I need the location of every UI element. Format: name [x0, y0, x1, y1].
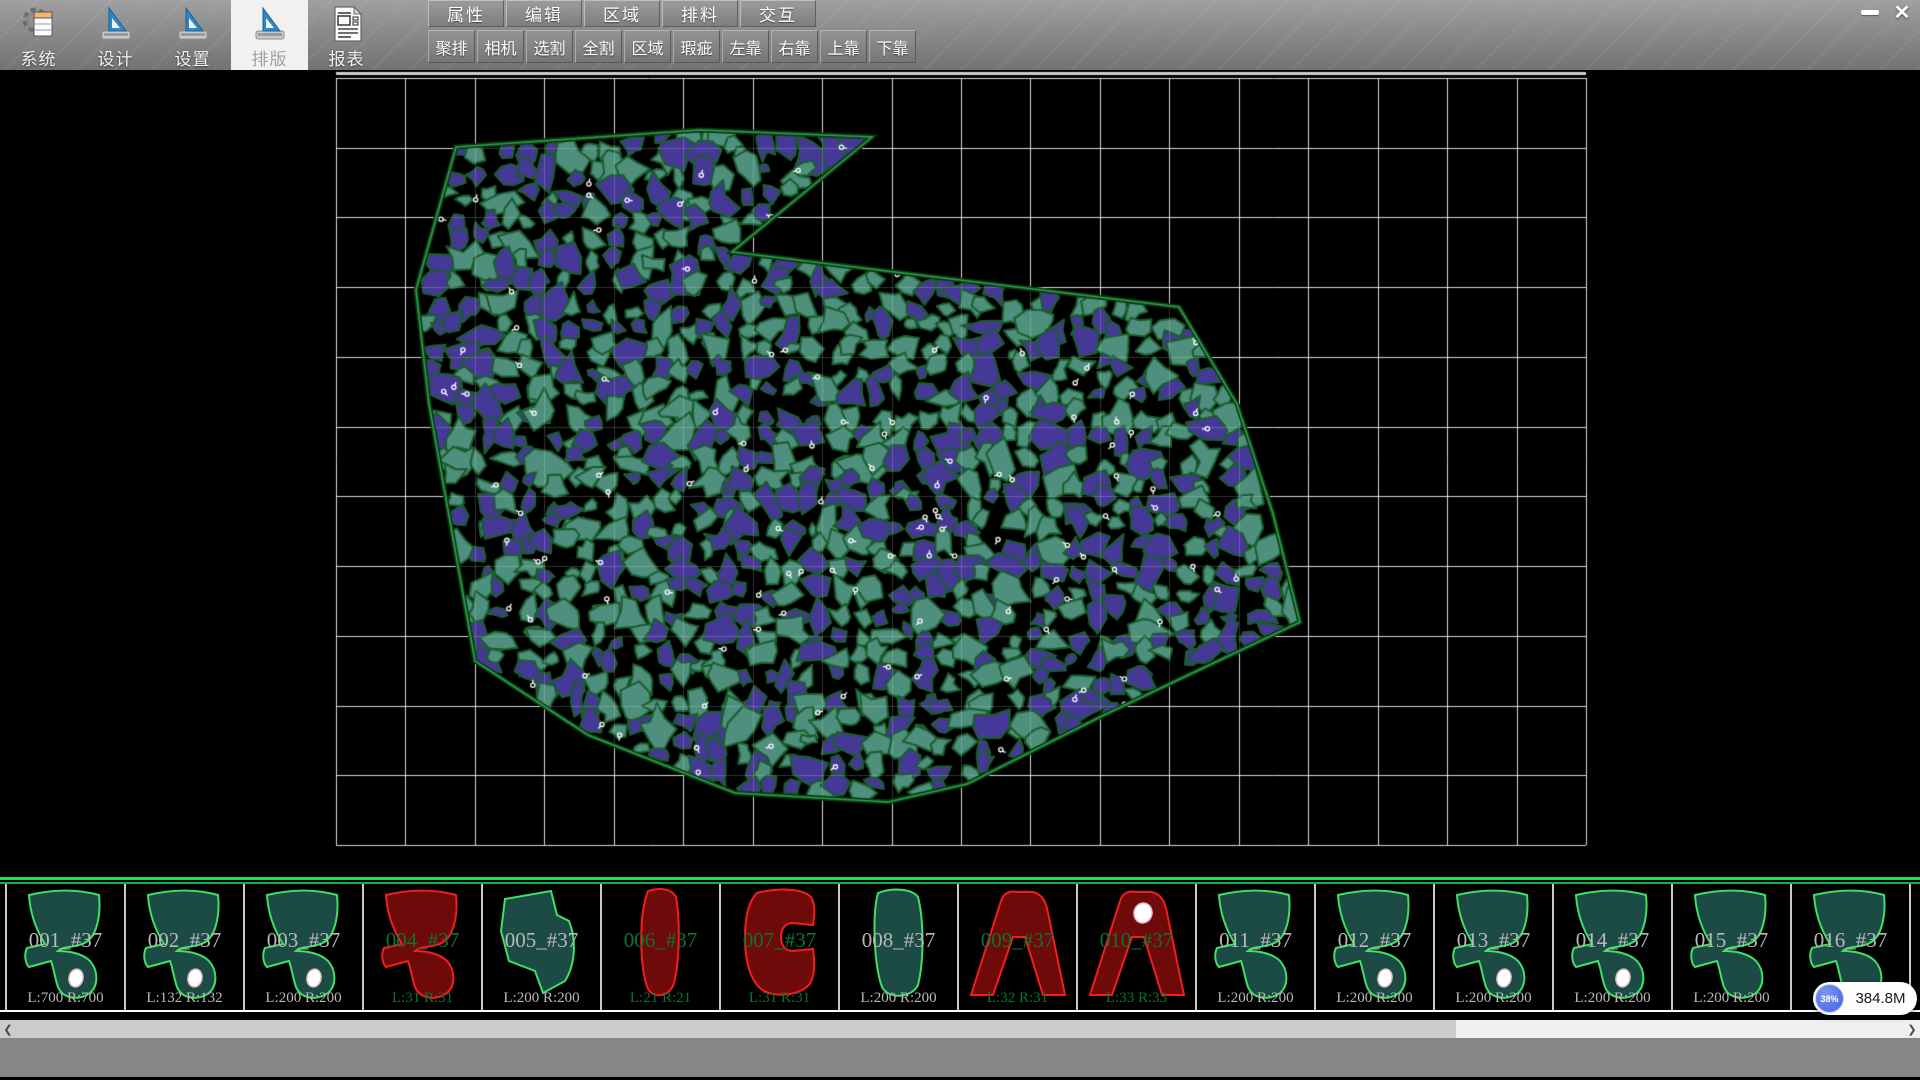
part-thumbnail[interactable]: 012_#37 L:200 R:200 [1314, 884, 1433, 1010]
menu-tab-row: 属性 编辑 区域 排料 交互 [428, 0, 918, 28]
system-gear-icon [17, 4, 61, 44]
part-label: 010_#37 [1078, 928, 1195, 953]
part-thumbnail[interactable]: 004_#37 L:31 R:31 [362, 884, 481, 1010]
part-label: 012_#37 [1316, 928, 1433, 953]
close-button[interactable]: ✕ [1886, 0, 1918, 25]
part-thumbnail[interactable]: 014_#37 L:200 R:200 [1552, 884, 1671, 1010]
design-setsquare-icon [94, 4, 138, 44]
memory-value: 384.8M [1844, 990, 1917, 1007]
tool-align-left[interactable]: 左靠 [722, 30, 769, 63]
tool-align-right[interactable]: 右靠 [771, 30, 818, 63]
tool-button-row: 聚排 相机 选割 全割 区域 瑕疵 左靠 右靠 上靠 下靠 [428, 30, 918, 68]
part-thumbnail[interactable]: 013_#37 L:200 R:200 [1433, 884, 1552, 1010]
part-thumbnail[interactable]: 006_#37 L:21 R:21 [600, 884, 719, 1010]
nesting-setsquare-icon [248, 4, 292, 44]
tab-settings-label: 设置 [175, 45, 211, 70]
menu-nesting[interactable]: 排料 [662, 0, 738, 27]
part-thumbnail[interactable]: 001_#37 L:700 R:700 [5, 884, 124, 1010]
part-thumbnail[interactable]: 005_#37 L:200 R:200 [481, 884, 600, 1010]
part-thumbnail[interactable]: 008_#37 L:200 R:200 [838, 884, 957, 1010]
menu-block: 属性 编辑 区域 排料 交互 聚排 相机 选割 全割 区域 瑕疵 左靠 右靠 上… [428, 0, 918, 68]
report-document-icon [325, 4, 369, 44]
part-label: 003_#37 [245, 928, 362, 953]
main-toolbar: 系统 设计 [0, 0, 1920, 70]
tool-cut-all[interactable]: 全割 [575, 30, 622, 63]
part-thumbnail[interactable]: 015_#37 L:200 R:200 [1671, 884, 1790, 1010]
scrollbar-thumb[interactable] [16, 1020, 1456, 1038]
menu-properties[interactable]: 属性 [428, 0, 504, 27]
part-label: 008_#37 [840, 928, 957, 953]
part-counts: L:200 R:200 [1197, 990, 1314, 1007]
menu-edit[interactable]: 编辑 [506, 0, 582, 27]
part-label: 002_#37 [126, 928, 243, 953]
tool-select-cut[interactable]: 选割 [526, 30, 573, 63]
tool-align-top[interactable]: 上靠 [820, 30, 867, 63]
part-counts: L:200 R:200 [1554, 990, 1671, 1007]
part-thumbnail[interactable]: 011_#37 L:200 R:200 [1195, 884, 1314, 1010]
part-label: 001_#37 [7, 928, 124, 953]
settings-setsquare-icon [171, 4, 215, 44]
part-label: 014_#37 [1554, 928, 1671, 953]
nesting-workspace [0, 70, 1920, 872]
parts-thumbnail-strip: 001_#37 L:700 R:700 002_#37 L:132 R:132 00… [0, 884, 1920, 1012]
tab-settings[interactable]: 设置 [154, 0, 231, 70]
tab-report[interactable]: 报表 [308, 0, 385, 70]
tool-zone[interactable]: 区域 [624, 30, 671, 63]
tab-report-label: 报表 [329, 45, 365, 70]
tab-design-label: 设计 [98, 45, 134, 70]
part-label: 006_#37 [602, 928, 719, 953]
tab-nesting-label: 排版 [252, 45, 288, 70]
close-icon: ✕ [1894, 3, 1911, 23]
part-thumbnail[interactable]: 009_#37 L:32 R:31 [957, 884, 1076, 1010]
parts-strip-separator [0, 872, 1920, 884]
minimize-button[interactable] [1854, 0, 1886, 25]
horizontal-scrollbar[interactable]: ❮ ❯ [0, 1020, 1920, 1038]
part-counts: L:200 R:200 [245, 990, 362, 1007]
tool-cluster-nest[interactable]: 聚排 [428, 30, 475, 63]
part-counts: L:700 R:700 [7, 990, 124, 1007]
scroll-left-icon[interactable]: ❮ [0, 1020, 16, 1038]
part-label: 007_#37 [721, 928, 838, 953]
part-counts: L:32 R:31 [959, 990, 1076, 1007]
tab-design[interactable]: 设计 [77, 0, 154, 70]
part-counts: L:21 R:21 [602, 990, 719, 1007]
part-label: 011_#37 [1197, 928, 1314, 953]
tab-system[interactable]: 系统 [0, 0, 77, 70]
tool-align-bottom[interactable]: 下靠 [869, 30, 916, 63]
part-thumbnail[interactable]: 010_#37 L:33 R:33 [1076, 884, 1195, 1010]
part-counts: L:31 R:31 [721, 990, 838, 1007]
progress-circle: 38% [1815, 984, 1844, 1013]
part-label: 015_#37 [1673, 928, 1790, 953]
part-counts: L:200 R:200 [840, 990, 957, 1007]
part-thumbnail[interactable]: 007_#37 L:31 R:31 [719, 884, 838, 1010]
tab-nesting[interactable]: 排版 [231, 0, 308, 70]
part-thumbnail[interactable]: 002_#37 L:132 R:132 [124, 884, 243, 1010]
tool-defect[interactable]: 瑕疵 [673, 30, 720, 63]
part-label: 004_#37 [364, 928, 481, 953]
tab-system-label: 系统 [21, 45, 57, 70]
memory-status-badge: 38% 384.8M [1813, 982, 1917, 1015]
part-label: 005_#37 [483, 928, 600, 953]
menu-interaction[interactable]: 交互 [740, 0, 816, 27]
part-thumbnail[interactable]: 003_#37 L:200 R:200 [243, 884, 362, 1010]
menu-region[interactable]: 区域 [584, 0, 660, 27]
part-counts: L:200 R:200 [1673, 990, 1790, 1007]
part-counts: L:200 R:200 [1316, 990, 1433, 1007]
part-counts: L:132 R:132 [126, 990, 243, 1007]
part-counts: L:33 R:33 [1078, 990, 1195, 1007]
part-label: 013_#37 [1435, 928, 1552, 953]
window-controls: ✕ [1854, 0, 1918, 25]
scroll-right-icon[interactable]: ❯ [1904, 1020, 1920, 1038]
part-counts: L:200 R:200 [483, 990, 600, 1007]
application-window: 系统 设计 [0, 0, 1920, 1080]
app-tab-bar: 系统 设计 [0, 0, 385, 70]
part-label: 009_#37 [959, 928, 1076, 953]
bottom-status-strip [0, 1038, 1920, 1077]
nesting-canvas[interactable] [0, 70, 1920, 872]
tool-camera[interactable]: 相机 [477, 30, 524, 63]
part-counts: L:200 R:200 [1435, 990, 1552, 1007]
part-label: 016_#37 [1792, 928, 1909, 953]
minimize-icon [1861, 10, 1879, 15]
part-counts: L:31 R:31 [364, 990, 481, 1007]
